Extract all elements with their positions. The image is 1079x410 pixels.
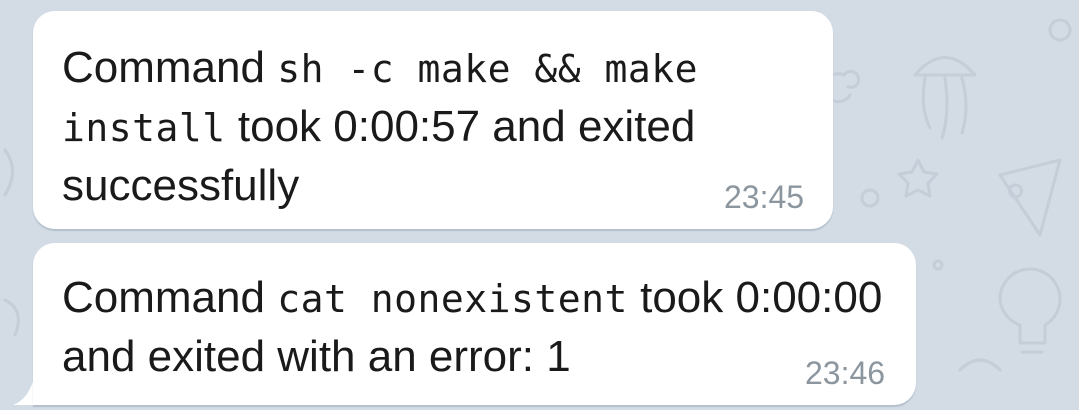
message-text: Command sh -c make && make install took … (62, 39, 812, 214)
message-prefix: Command (62, 43, 265, 92)
lightbulb-doodle-icon (998, 267, 1062, 354)
message-prefix: Command (62, 273, 265, 322)
star-doodle-icon (897, 158, 939, 198)
message-text: Command cat nonexistent took 0:00:00 and… (62, 269, 902, 385)
message-timestamp: 23:46 (805, 355, 886, 391)
jellyfish-doodle-icon (913, 56, 977, 140)
command-code: cat nonexistent (277, 277, 628, 321)
command-code-line-2: install (62, 106, 226, 150)
pizza-doodle-icon (998, 158, 1062, 237)
message-timestamp: 23:45 (724, 179, 805, 215)
message-bubble-1[interactable]: Command sh -c make && make install took … (33, 11, 833, 229)
message-bubble-2[interactable]: Command cat nonexistent took 0:00:00 and… (33, 243, 916, 405)
command-code-line-1: sh -c make && make (277, 47, 699, 91)
